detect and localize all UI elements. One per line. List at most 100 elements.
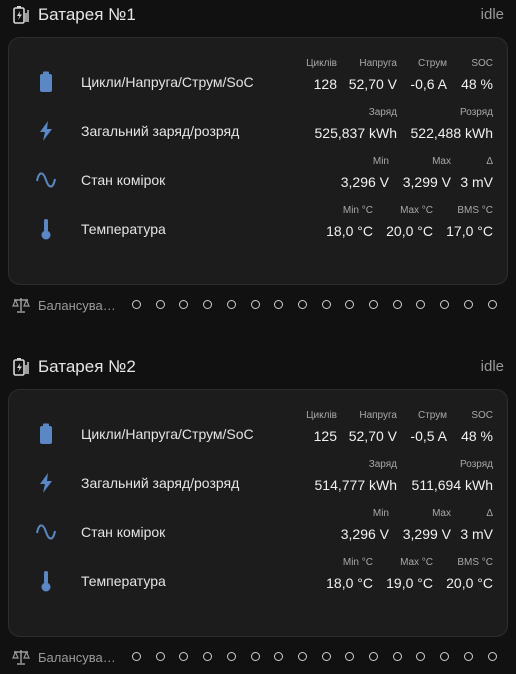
temp-min-cell: Min °C 18,0 °C: [326, 557, 373, 591]
cell-balance-indicator-icon[interactable]: [274, 652, 284, 661]
cell-balance-indicator-icon[interactable]: [321, 652, 331, 661]
battery-header[interactable]: Батарея №1 idle: [0, 0, 516, 30]
cell-balance-indicator-icon[interactable]: [345, 652, 355, 661]
charge-cell: Заряд 525,837 kWh: [315, 107, 398, 141]
cell-balance-indicator-icon[interactable]: [203, 652, 213, 661]
battery-icon: [40, 71, 52, 92]
cell-balance-indicator-icon[interactable]: [463, 300, 473, 309]
cell-min-cell: Min 3,296 V: [341, 508, 389, 542]
current-cell: Струм -0,6 A: [410, 58, 447, 92]
cell-balance-indicator-icon[interactable]: [155, 652, 165, 661]
voltage-cell: Напруга 52,70 V: [349, 58, 397, 92]
cycles-cell: Циклів 128: [306, 58, 337, 92]
cell-delta-cell: Δ 3 mV: [460, 508, 493, 542]
cell-max-value: 3,299 V: [402, 174, 451, 190]
battery-title: Батарея №1: [38, 5, 136, 24]
cell-min-cell: Min 3,296 V: [341, 156, 389, 190]
voltage-cell: Напруга 52,70 V: [349, 410, 397, 444]
balancing-label: Балансува…: [38, 298, 116, 313]
cell-balance-indicator-icon[interactable]: [440, 652, 450, 661]
cell-balance-indicator-icon[interactable]: [392, 300, 402, 309]
cell-balance-indicator-icon[interactable]: [250, 300, 260, 309]
cell-balance-indicator-icon[interactable]: [440, 300, 450, 309]
soc-value: 48 %: [461, 76, 493, 92]
temp-max-cell: Max °C 20,0 °C: [386, 205, 433, 239]
cell-balance-indicator-icon[interactable]: [203, 300, 213, 309]
battery-title: Батарея №2: [38, 357, 136, 376]
temp-bms-value: 17,0 °C: [446, 223, 493, 239]
cell-max-value: 3,299 V: [402, 526, 451, 542]
current-caption: Струм: [417, 58, 447, 69]
row-cycles-voltage-current-soc[interactable]: Цикли/Напруга/Струм/SoC Циклів 125 Напру…: [9, 410, 509, 459]
cell-balance-indicator-icon[interactable]: [179, 652, 189, 661]
row-cycles-voltage-current-soc[interactable]: Цикли/Напруга/Струм/SoC Циклів 128 Напру…: [9, 58, 509, 107]
battery-icon: [40, 423, 52, 444]
cell-balance-indicator-icon[interactable]: [487, 652, 497, 661]
row-cell-state[interactable]: Стан комірок Min 3,296 V Max 3,299 V Δ 3…: [9, 156, 509, 205]
soc-cell: SOC 48 %: [461, 58, 493, 92]
row-total-charge-discharge[interactable]: Загальний заряд/розряд Заряд 514,777 kWh…: [9, 459, 509, 508]
current-caption: Струм: [417, 410, 447, 421]
sine-wave-icon: [36, 524, 56, 540]
row-temperature[interactable]: Температура Min °C 18,0 °C Max °C 19,0 °…: [9, 557, 509, 606]
cell-max-caption: Max: [432, 156, 451, 167]
discharge-value: 522,488 kWh: [410, 125, 494, 141]
cell-balance-indicator-icon[interactable]: [416, 652, 426, 661]
scale-balance-icon: [12, 298, 30, 313]
row-temperature[interactable]: Температура Min °C 18,0 °C Max °C 20,0 °…: [9, 205, 509, 254]
cell-delta-cell: Δ 3 mV: [460, 156, 493, 190]
sine-wave-icon: [36, 172, 56, 188]
cell-balance-indicator-icon[interactable]: [416, 300, 426, 309]
cycles-caption: Циклів: [306, 410, 337, 421]
balancing-row: Балансува…: [0, 644, 516, 672]
charge-cell: Заряд 514,777 kWh: [315, 459, 398, 493]
charge-value: 514,777 kWh: [314, 477, 398, 493]
temp-min-caption: Min °C: [342, 205, 373, 216]
discharge-cell: Розряд 511,694 kWh: [412, 459, 493, 493]
cell-balance-indicator-icon[interactable]: [297, 300, 307, 309]
cell-min-value: 3,296 V: [340, 174, 389, 190]
row-label: Температура: [81, 221, 166, 237]
temp-min-cell: Min °C 18,0 °C: [326, 205, 373, 239]
lightning-icon: [40, 473, 52, 493]
temp-bms-cell: BMS °C 17,0 °C: [446, 205, 493, 239]
cell-balance-indicator-icon[interactable]: [250, 652, 260, 661]
cell-balance-indicator-icon[interactable]: [369, 300, 378, 309]
cell-balance-indicator-icon[interactable]: [155, 300, 165, 309]
cell-balance-indicator-icon[interactable]: [132, 300, 141, 309]
temp-bms-caption: BMS °C: [457, 205, 493, 216]
soc-caption: SOC: [471, 58, 493, 69]
cell-max-cell: Max 3,299 V: [403, 156, 451, 190]
soc-cell: SOC 48 %: [461, 410, 493, 444]
cell-delta-caption: Δ: [486, 508, 493, 519]
balancing-row: Балансува…: [0, 292, 516, 320]
cycles-cell: Циклів 125: [306, 410, 337, 444]
row-cell-state[interactable]: Стан комірок Min 3,296 V Max 3,299 V Δ 3…: [9, 508, 509, 557]
lightning-icon: [40, 121, 52, 141]
cell-max-cell: Max 3,299 V: [403, 508, 451, 542]
temp-bms-cell: BMS °C 20,0 °C: [446, 557, 493, 591]
temp-max-caption: Max °C: [400, 557, 433, 568]
cell-balance-indicator-icon[interactable]: [132, 652, 141, 661]
battery-header[interactable]: Батарея №2 idle: [0, 352, 516, 382]
voltage-caption: Напруга: [359, 58, 397, 69]
cell-balance-indicator-icon[interactable]: [463, 652, 473, 661]
cell-balance-indicator-icon[interactable]: [274, 300, 284, 309]
row-label: Цикли/Напруга/Струм/SoC: [81, 74, 254, 90]
voltage-value: 52,70 V: [348, 76, 397, 92]
soc-value: 48 %: [461, 428, 493, 444]
voltage-caption: Напруга: [359, 410, 397, 421]
row-total-charge-discharge[interactable]: Загальний заряд/розряд Заряд 525,837 kWh…: [9, 107, 509, 156]
temp-max-caption: Max °C: [400, 205, 433, 216]
cell-balance-indicator-icon[interactable]: [226, 300, 236, 309]
current-value: -0,6 A: [410, 76, 447, 92]
cell-balance-indicator-icon[interactable]: [179, 300, 189, 309]
cell-balance-indicator-icon[interactable]: [226, 652, 236, 661]
cell-balance-indicator-icon[interactable]: [369, 652, 378, 661]
temp-min-value: 18,0 °C: [326, 223, 373, 239]
cell-balance-indicator-icon[interactable]: [487, 300, 497, 309]
cell-balance-indicator-icon[interactable]: [297, 652, 307, 661]
cell-balance-indicator-icon[interactable]: [392, 652, 402, 661]
cell-balance-indicator-icon[interactable]: [345, 300, 355, 309]
cell-balance-indicator-icon[interactable]: [321, 300, 331, 309]
